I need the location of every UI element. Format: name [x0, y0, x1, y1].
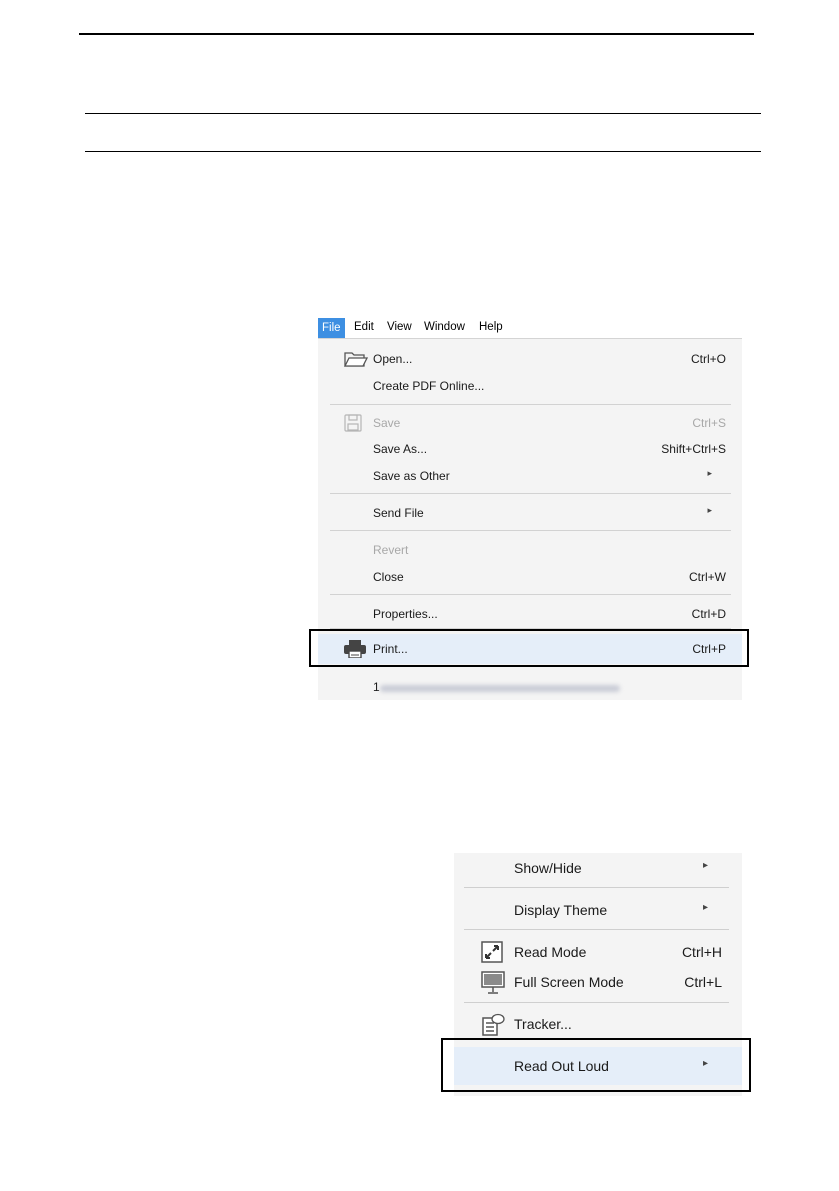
menu-separator — [330, 493, 731, 494]
menu-separator — [464, 929, 729, 930]
menu-item-save-as[interactable]: Save As... Shift+Ctrl+S — [318, 437, 742, 461]
menu-item-label: Send File — [373, 506, 424, 520]
menu-item-shortcut: Ctrl+W — [689, 570, 726, 584]
menu-item-shortcut: Ctrl+H — [681, 944, 722, 960]
table-bottom-rule — [85, 151, 761, 152]
menu-file[interactable]: File — [318, 318, 345, 338]
menu-item-label: Full Screen Mode — [514, 974, 624, 990]
menu-item-open[interactable]: Open... Ctrl+O — [318, 347, 742, 371]
menu-item-create-pdf-online[interactable]: Create PDF Online... — [318, 374, 742, 398]
menu-item-show-hide[interactable]: Show/Hide ▸ — [454, 853, 742, 883]
menu-item-tracker[interactable]: Tracker... — [454, 1009, 742, 1039]
menu-item-close[interactable]: Close Ctrl+W — [318, 565, 742, 589]
read-mode-icon — [481, 941, 503, 966]
menu-item-shortcut: Ctrl+D — [691, 607, 726, 621]
menu-item-label: Show/Hide — [514, 860, 582, 876]
menu-item-send-file[interactable]: Send File ▸ — [318, 501, 742, 525]
read-out-loud-callout-box — [441, 1038, 751, 1092]
full-screen-icon — [481, 971, 505, 998]
menu-item-shortcut: Ctrl+O — [690, 352, 726, 366]
menu-item-recent-file[interactable]: 1 — [318, 675, 742, 699]
menu-item-label: Create PDF Online... — [373, 379, 485, 393]
menu-item-label: Display Theme — [514, 902, 608, 918]
menu-item-label: Save — [373, 416, 401, 430]
menu-item-revert: Revert — [318, 538, 742, 562]
menu-separator — [330, 404, 731, 405]
submenu-arrow-icon: ▸ — [702, 902, 708, 913]
menu-window[interactable]: Window — [424, 321, 465, 333]
header-rule — [79, 33, 754, 35]
menu-item-label: Revert — [373, 543, 409, 557]
menu-separator — [330, 530, 731, 531]
table-top-rule — [85, 113, 761, 114]
print-callout-box — [309, 629, 749, 667]
submenu-arrow-icon: ▸ — [707, 505, 712, 515]
menu-item-label: Save as Other — [373, 469, 450, 483]
menu-item-shortcut: Ctrl+L — [684, 974, 722, 990]
menu-item-save-as-other[interactable]: Save as Other ▸ — [318, 464, 742, 488]
menu-item-label: Save As... — [373, 442, 428, 456]
menu-item-read-mode[interactable]: Read Mode Ctrl+H — [454, 937, 742, 967]
menu-item-full-screen-mode[interactable]: Full Screen Mode Ctrl+L — [454, 967, 742, 997]
menu-item-shortcut: Shift+Ctrl+S — [661, 442, 726, 456]
menu-item-properties[interactable]: Properties... Ctrl+D — [318, 602, 742, 626]
submenu-arrow-icon: ▸ — [707, 468, 712, 478]
menu-separator — [464, 887, 729, 888]
menu-item-label: Tracker... — [514, 1016, 572, 1032]
menu-view[interactable]: View — [387, 321, 412, 333]
menu-item-shortcut: Ctrl+S — [692, 416, 726, 430]
menu-separator — [330, 594, 731, 595]
menu-item-save: Save Ctrl+S — [318, 411, 742, 435]
blurred-filename — [380, 685, 620, 692]
menu-item-display-theme[interactable]: Display Theme ▸ — [454, 895, 742, 925]
menu-edit[interactable]: Edit — [354, 321, 374, 333]
menu-help[interactable]: Help — [479, 321, 503, 333]
submenu-arrow-icon: ▸ — [702, 860, 708, 871]
menu-item-label: Close — [373, 570, 404, 584]
save-icon — [344, 414, 364, 435]
folder-open-icon — [343, 350, 369, 371]
menu-item-label: 1 — [373, 680, 380, 694]
menu-item-label: Open... — [373, 352, 413, 366]
menu-item-label: Read Mode — [514, 944, 587, 960]
menu-item-label: Properties... — [373, 607, 438, 621]
menu-bar: File Edit View Window Help — [318, 318, 742, 339]
menu-separator — [464, 1002, 729, 1003]
tracker-icon — [481, 1013, 505, 1040]
